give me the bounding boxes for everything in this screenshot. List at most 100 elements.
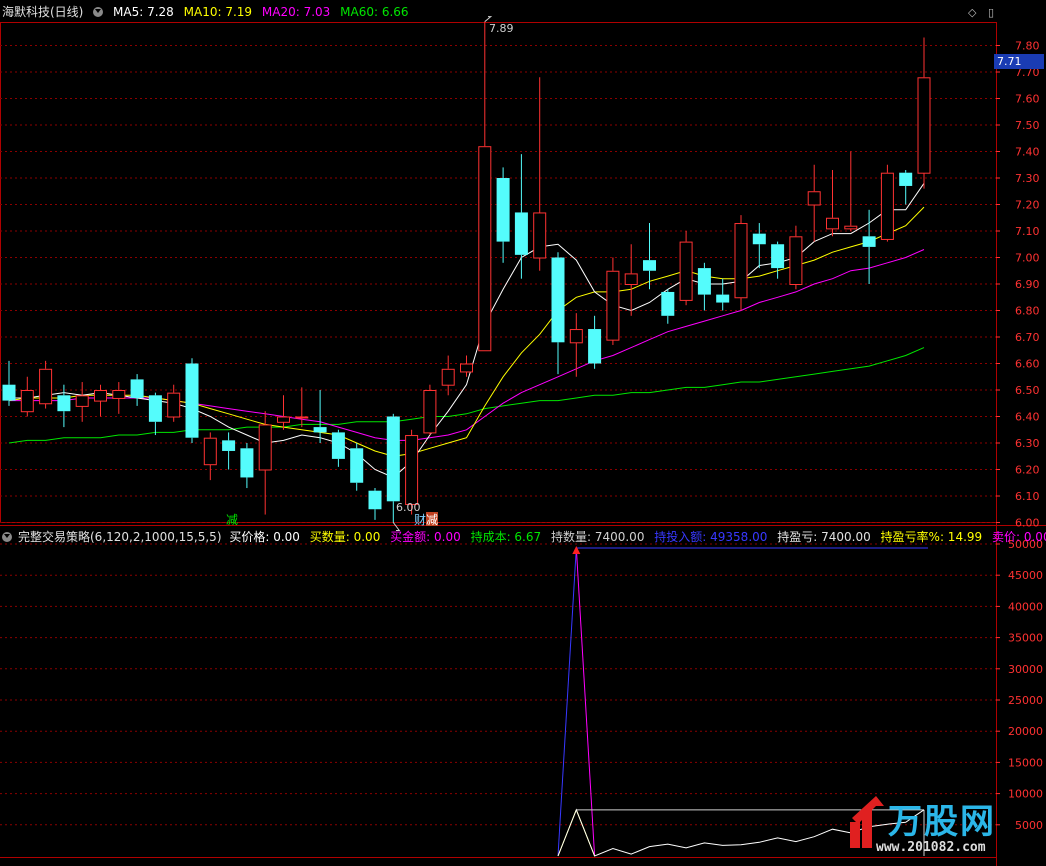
price-grid: [0, 45, 996, 523]
candle[interactable]: [441, 355, 455, 396]
candle[interactable]: [130, 374, 144, 406]
candle-body: [75, 395, 89, 407]
price-axis-tick: 7.10: [1015, 225, 1040, 238]
ma60-value: MA60: 6.66: [340, 5, 409, 19]
buy-amount: 买金额: 0.00: [390, 530, 461, 544]
candle[interactable]: [789, 225, 803, 290]
candle-body: [405, 435, 419, 505]
watermark-text: 万股网: [888, 802, 996, 842]
candle[interactable]: [277, 395, 290, 430]
candle-body: [39, 368, 53, 405]
candle[interactable]: [643, 223, 656, 290]
diamond-icon[interactable]: ◇: [968, 6, 976, 19]
chart-canvas[interactable]: 7.807.707.607.507.407.307.207.107.006.90…: [0, 0, 1046, 866]
indicator-axis-labels: 5000045000400003500030000250002000015000…: [996, 538, 1043, 832]
candle[interactable]: [57, 384, 71, 428]
candle[interactable]: [551, 252, 565, 375]
indicator-axis-tick: 20000: [1008, 725, 1043, 738]
ma10-value: MA10: 7.19: [183, 5, 253, 19]
candle-body: [368, 490, 382, 510]
candle-body: [551, 257, 565, 343]
candle-body: [460, 363, 473, 373]
candle[interactable]: [112, 382, 126, 414]
candle-body: [350, 448, 364, 483]
hold-cost: 持成本: 6.67: [470, 530, 542, 544]
candle[interactable]: [167, 384, 181, 422]
candle-body: [679, 241, 693, 301]
candle[interactable]: [148, 392, 162, 436]
candle[interactable]: [807, 164, 821, 242]
candle[interactable]: [771, 241, 785, 279]
candle[interactable]: [697, 262, 711, 311]
indicator-name[interactable]: 完整交易策略(6,120,2,1000,15,5,5): [18, 530, 222, 544]
window-icon[interactable]: ▯: [988, 6, 994, 19]
candle-body: [240, 448, 254, 478]
price-axis-tick: 6.90: [1015, 278, 1040, 291]
candle[interactable]: [862, 209, 876, 284]
candlesticks[interactable]: [2, 21, 931, 523]
candle[interactable]: [661, 289, 675, 324]
price-axis-tick: 6.60: [1015, 358, 1040, 371]
candle[interactable]: [588, 315, 602, 369]
candle[interactable]: [20, 376, 34, 417]
candle-body: [94, 390, 107, 402]
candle[interactable]: [39, 360, 53, 409]
price-axis-tick: 7.30: [1015, 172, 1040, 185]
candle[interactable]: [295, 387, 309, 428]
candle[interactable]: [917, 37, 931, 189]
buy-arrow-icon: [572, 546, 581, 555]
candle[interactable]: [496, 167, 510, 263]
price-axis-tick: 6.20: [1015, 464, 1040, 477]
candle-body: [203, 437, 217, 466]
candle[interactable]: [2, 360, 16, 406]
candle-body: [313, 427, 327, 433]
candle[interactable]: [606, 257, 620, 345]
candle-body: [569, 329, 583, 344]
candle[interactable]: [350, 443, 364, 491]
indicator-axis-tick: 30000: [1008, 663, 1043, 676]
candle[interactable]: [331, 429, 345, 467]
high-price-label: 7.89: [489, 22, 514, 35]
candle[interactable]: [460, 355, 473, 377]
candle[interactable]: [533, 77, 547, 271]
candle[interactable]: [258, 411, 272, 515]
candle[interactable]: [880, 164, 894, 242]
indicator-axis-tick: 40000: [1008, 600, 1043, 613]
moving-average-lines: [8, 183, 925, 478]
candle[interactable]: [222, 432, 236, 470]
candle[interactable]: [185, 358, 199, 443]
candle[interactable]: [75, 382, 89, 422]
candle[interactable]: [734, 215, 748, 311]
candle-body: [20, 390, 34, 413]
candle[interactable]: [94, 384, 107, 417]
hold-qty: 持数量: 7400.00: [550, 530, 645, 544]
candle[interactable]: [826, 170, 839, 237]
price-axis-tick: 6.70: [1015, 331, 1040, 344]
candle[interactable]: [203, 432, 217, 481]
candle[interactable]: [368, 488, 382, 520]
hold-invest: 持投入额: 49358.00: [654, 530, 768, 544]
candle-body: [789, 236, 803, 286]
candle-body: [331, 432, 345, 459]
candle[interactable]: [752, 223, 766, 269]
stock-name[interactable]: 海默科技(日线): [2, 5, 83, 19]
candle[interactable]: [899, 170, 913, 205]
candle[interactable]: [423, 384, 437, 436]
candle[interactable]: [679, 231, 693, 306]
candle[interactable]: [240, 443, 254, 489]
stock-chart-window: 7.80 7.70 7.60 7.50 7.40 7.30 7.20 7.10 7.00 6.90…: [0, 0, 1046, 866]
candle-body: [899, 172, 913, 186]
price-axis-tick: 6.10: [1015, 490, 1040, 503]
price-axis-tick: 7.60: [1015, 93, 1040, 106]
candle[interactable]: [478, 21, 492, 352]
candle-body: [734, 223, 748, 299]
dropdown-circle-icon[interactable]: [2, 532, 12, 542]
dropdown-circle-icon[interactable]: [93, 7, 104, 17]
candle-body: [807, 191, 821, 206]
candle[interactable]: [844, 151, 858, 232]
candle[interactable]: [624, 244, 638, 316]
candle-body: [2, 384, 16, 401]
candle[interactable]: [514, 154, 528, 279]
watermark-logo: 万股网 www.201082.com: [846, 790, 1046, 866]
price-axis-tick: 6.40: [1015, 411, 1040, 424]
